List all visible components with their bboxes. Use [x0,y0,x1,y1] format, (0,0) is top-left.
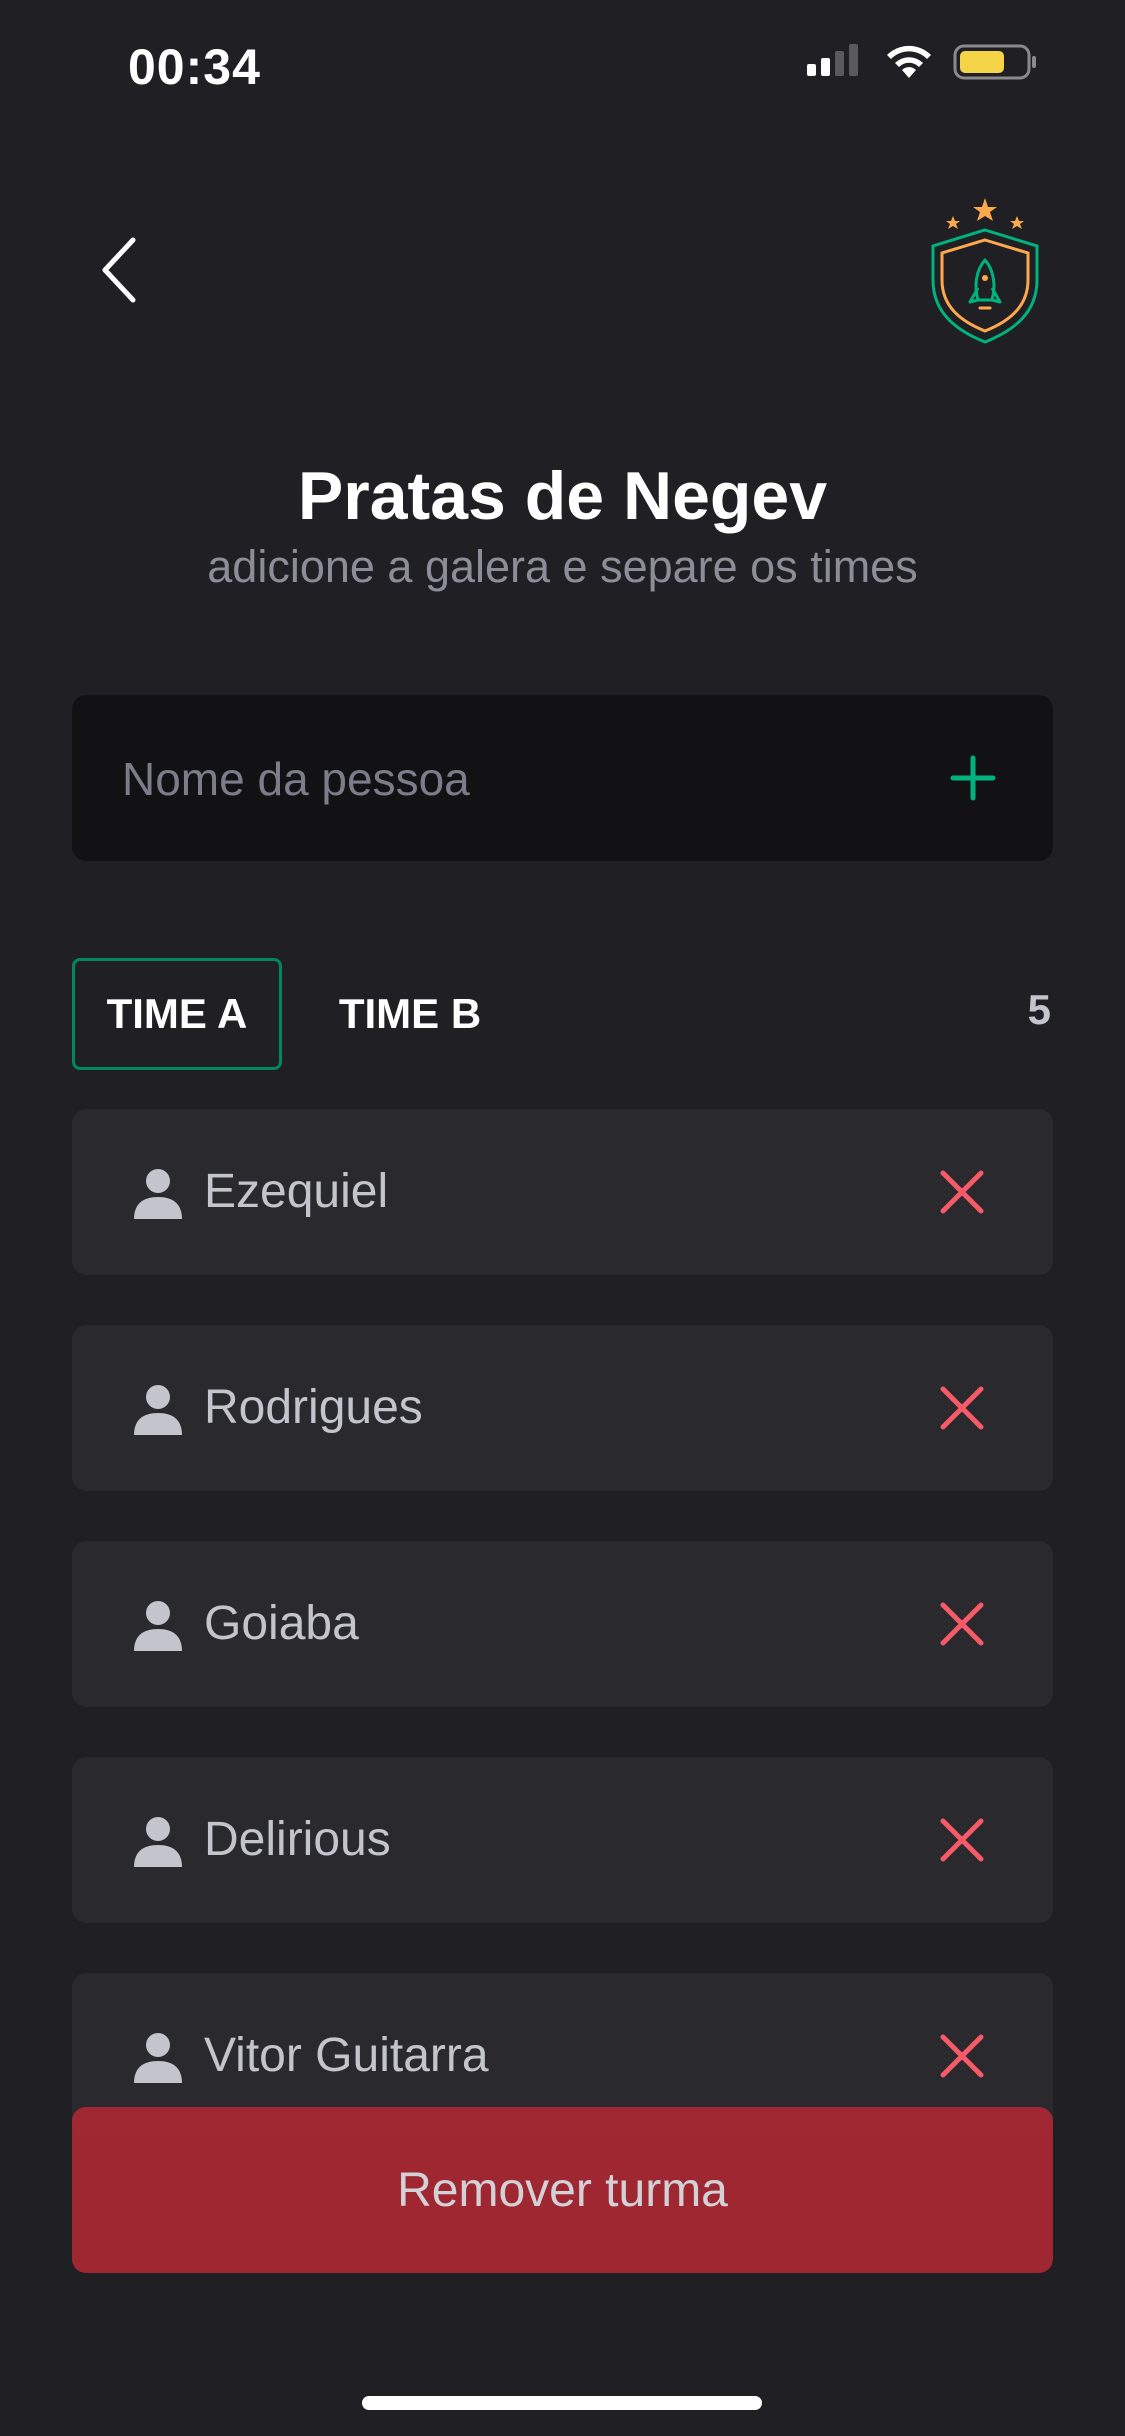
close-icon [940,1602,984,1646]
remove-player-button[interactable] [925,1155,999,1229]
user-icon [134,1385,182,1435]
remove-player-button[interactable] [925,1803,999,1877]
player-name: Goiaba [204,1597,359,1650]
header [0,190,1125,370]
list-item: Ezequiel [72,1109,1053,1275]
user-icon [134,2033,182,2083]
tab-time-b[interactable]: TIME B [320,958,500,1070]
page-title: Pratas de Negev [297,458,828,534]
user-icon [134,1169,182,1219]
chevron-left-icon [102,237,136,303]
remove-player-button[interactable] [925,2019,999,2093]
user-icon [134,1817,182,1867]
close-icon [940,1170,984,1214]
team-tabs: TIME A TIME B 5 [72,958,1053,1073]
page-subtitle: adicione a galera e separe os times [207,541,918,592]
status-icons [805,42,1039,82]
player-name: Rodrigues [204,1381,423,1434]
home-indicator [362,2396,762,2410]
battery-icon [953,44,1036,80]
wifi-icon [887,45,931,78]
plus-icon [950,755,996,801]
user-icon [134,1601,182,1651]
player-name: Ezequiel [204,1165,389,1218]
status-time: 00:34 [128,39,261,95]
add-person-form [72,695,1053,863]
close-icon [940,1386,984,1430]
title-block: Pratas de Negev adicione a galera e sepa… [0,455,1125,595]
player-name: Vitor Guitarra [204,2029,489,2082]
add-person-button[interactable] [933,738,1013,818]
remove-player-button[interactable] [925,1587,999,1661]
list-item: Rodrigues [72,1325,1053,1491]
list-item: Delirious [72,1757,1053,1923]
close-icon [940,2034,984,2078]
back-button[interactable] [80,230,160,310]
status-bar: 00:34 [0,0,1125,132]
remove-player-button[interactable] [925,1371,999,1445]
cellular-signal-icon [807,44,858,76]
remove-class-button[interactable]: Remover turma [72,2107,1053,2273]
player-name: Delirious [204,1813,391,1866]
tab-time-a[interactable]: TIME A [72,958,282,1070]
rocket-shield-logo [931,198,1039,344]
list-item: Goiaba [72,1541,1053,1707]
person-name-input[interactable] [120,695,924,863]
players-count: 5 [1027,986,1051,1033]
close-icon [940,1818,984,1862]
